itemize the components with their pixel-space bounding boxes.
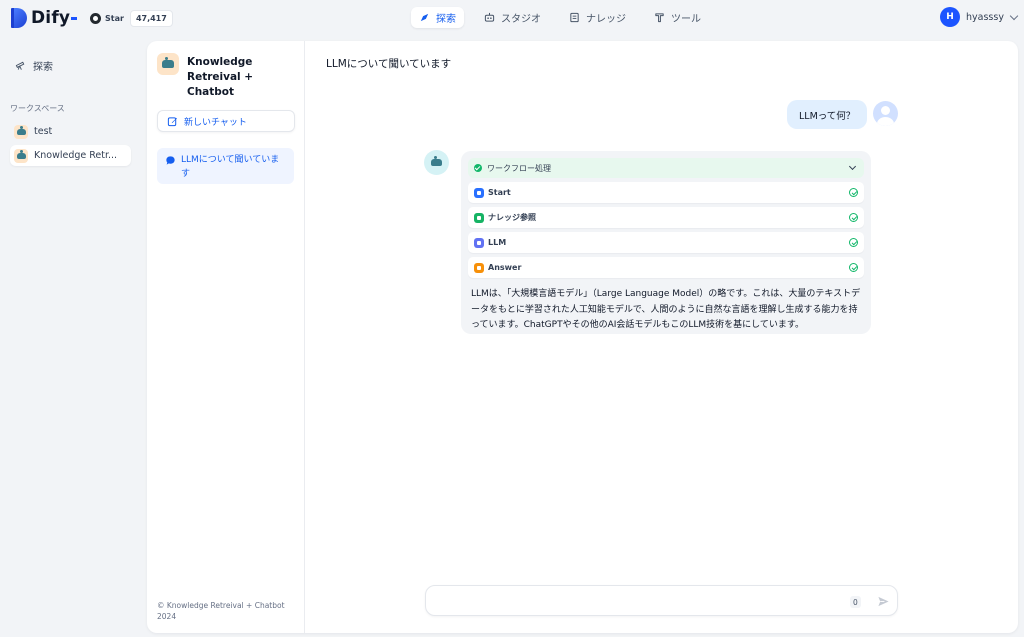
user-message-bubble: LLMって何？ xyxy=(787,100,868,129)
main-nav: 探索 スタジオ ナレッジ ツール xyxy=(411,7,709,28)
node-label: Start xyxy=(488,188,511,197)
chat-input[interactable]: 0 xyxy=(425,585,898,616)
char-count-badge: 0 xyxy=(850,596,861,608)
chat-bubble-icon xyxy=(166,156,175,165)
sidebar-item-test[interactable]: test xyxy=(10,121,131,142)
nav-tools[interactable]: ツール xyxy=(646,7,709,28)
bot-message-bubble: ワークフロー処理 Start ナレッジ参照 LLM Answer LLMは、「大… xyxy=(461,151,871,334)
conversation-panel: Knowledge Retreival + Chatbot 新しいチャット LL… xyxy=(147,41,305,633)
left-sidebar: 探索 ワークスペース test Knowledge Retr... xyxy=(0,41,146,637)
check-circle-icon xyxy=(474,164,482,172)
github-star-count: 47,417 xyxy=(129,9,173,27)
sidebar-explore-link[interactable]: 探索 xyxy=(10,55,130,75)
nav-explore-label: 探索 xyxy=(436,14,456,25)
workflow-title: ワークフロー処理 xyxy=(487,163,551,173)
conversation-heading: LLMについて聞いています xyxy=(326,58,452,70)
nav-knowledge[interactable]: ナレッジ xyxy=(561,7,634,28)
user-avatar: H xyxy=(940,7,960,27)
chat-area: LLMについて聞いています LLMって何？ ワークフロー処理 Start ナレッ… xyxy=(305,41,1018,633)
main-panel: Knowledge Retreival + Chatbot 新しいチャット LL… xyxy=(147,41,1018,633)
app-title: Knowledge Retreival + Chatbot xyxy=(187,56,254,98)
workflow-node-start[interactable]: Start xyxy=(468,182,864,203)
conversation-title: LLMについて聞いています xyxy=(181,155,280,179)
user-menu[interactable]: H hyasssy xyxy=(940,7,1019,27)
user-message-text: LLMって何？ xyxy=(799,110,856,122)
nav-studio[interactable]: スタジオ xyxy=(476,7,549,28)
top-bar: Dify Star 47,417 探索 スタジオ ナレッジ ツール H hyas… xyxy=(0,0,1024,36)
github-icon xyxy=(90,12,101,24)
sidebar-item-label: Knowledge Retr... xyxy=(34,150,118,161)
answer-node-icon xyxy=(474,262,484,273)
workflow-process-toggle[interactable]: ワークフロー処理 xyxy=(468,158,864,178)
sidebar-explore-label: 探索 xyxy=(33,61,53,73)
new-chat-button[interactable]: 新しいチャット xyxy=(157,110,295,132)
knowledge-icon xyxy=(570,12,579,23)
telescope-icon xyxy=(15,61,25,70)
workflow-node-knowledge[interactable]: ナレッジ参照 xyxy=(468,207,864,228)
explore-icon xyxy=(420,13,429,22)
workflow-node-answer[interactable]: Answer xyxy=(468,257,864,278)
github-star-label: Star xyxy=(105,13,124,23)
edit-icon xyxy=(167,116,178,126)
bot-answer-text: LLMは、「大規模言語モデル」（Large Language Model）の略で… xyxy=(471,289,861,330)
dify-logo[interactable]: Dify xyxy=(11,8,78,28)
chevron-down-icon xyxy=(1009,11,1019,20)
node-label: Answer xyxy=(488,263,522,272)
knowledge-node-icon xyxy=(474,212,484,223)
bot-avatar-icon xyxy=(424,150,449,175)
nav-explore[interactable]: 探索 xyxy=(411,7,464,28)
success-check-icon xyxy=(849,188,858,197)
copyright-text: © Knowledge Retreival + Chatbot 2024 xyxy=(157,601,285,621)
workflow-node-llm[interactable]: LLM xyxy=(468,232,864,253)
app-bot-icon xyxy=(157,53,179,75)
nav-studio-label: スタジオ xyxy=(501,14,541,25)
node-label: LLM xyxy=(488,238,507,247)
nav-tools-label: ツール xyxy=(671,14,701,25)
dify-logo-mark xyxy=(11,8,27,28)
node-label: ナレッジ参照 xyxy=(488,213,536,222)
tools-icon xyxy=(655,13,664,23)
app-bot-icon xyxy=(14,148,28,163)
send-icon[interactable] xyxy=(877,595,890,608)
user-name: hyasssy xyxy=(966,11,1004,23)
dify-logo-text: Dify xyxy=(31,8,71,28)
nav-knowledge-label: ナレッジ xyxy=(586,14,626,25)
llm-node-icon xyxy=(474,237,484,248)
conversation-item[interactable]: LLMについて聞いています xyxy=(157,148,294,184)
logo-underscore xyxy=(71,16,78,20)
new-chat-label: 新しいチャット xyxy=(184,117,247,128)
app-bot-icon xyxy=(14,124,28,139)
workspace-title: ワークスペース xyxy=(10,104,65,113)
github-star-button[interactable]: Star 47,417 xyxy=(88,9,173,27)
success-check-icon xyxy=(849,238,858,247)
user-avatar-icon xyxy=(873,101,898,126)
app-header: Knowledge Retreival + Chatbot xyxy=(157,53,297,100)
chevron-down-icon xyxy=(848,162,857,171)
start-node-icon xyxy=(474,187,484,198)
success-check-icon xyxy=(849,263,858,272)
sidebar-item-knowledge-retrieval[interactable]: Knowledge Retr... xyxy=(10,145,131,166)
studio-icon xyxy=(484,12,495,22)
success-check-icon xyxy=(849,213,858,222)
sidebar-item-label: test xyxy=(34,126,53,137)
